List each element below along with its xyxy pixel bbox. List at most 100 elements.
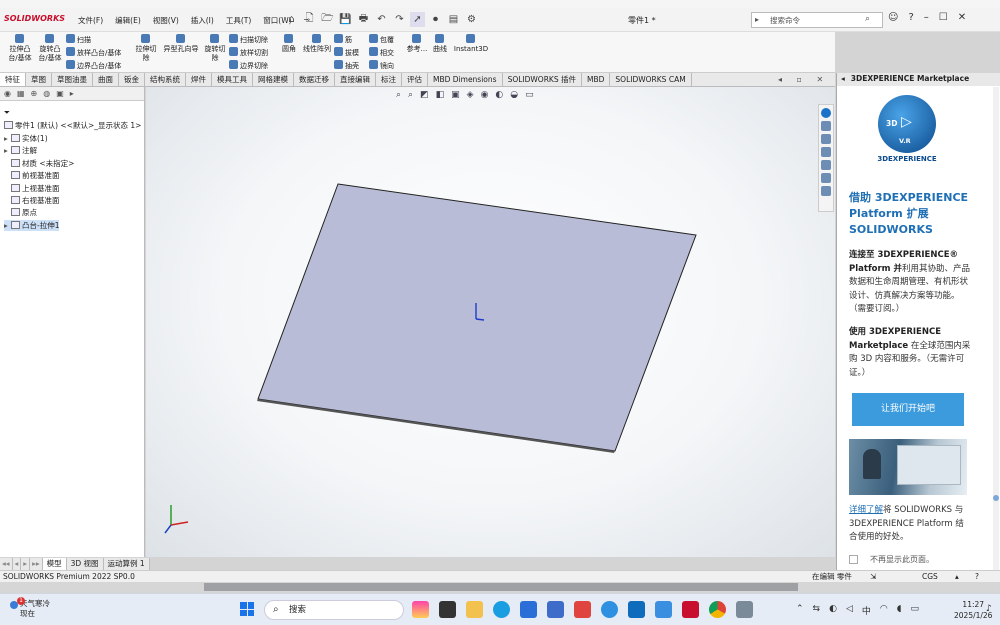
pane-controls[interactable]: ◂ ▫ ✕	[778, 75, 829, 84]
tab-item[interactable]: 网格建模	[253, 73, 294, 86]
battery-icon[interactable]: ▭	[911, 604, 920, 617]
help-status-icon[interactable]: ?	[975, 571, 979, 582]
revolve-cut-button[interactable]: 旋转切 除	[203, 34, 227, 63]
widgets-icon[interactable]	[412, 601, 429, 618]
shell-button[interactable]: 抽壳	[334, 60, 359, 71]
app-gray-icon[interactable]	[736, 601, 753, 618]
solidworks-taskbar-icon[interactable]	[682, 601, 699, 618]
task-view-icon[interactable]	[439, 601, 456, 618]
dimxpert-icon[interactable]: ◍	[43, 89, 50, 98]
extrude-boss-button[interactable]: 拉伸凸 台/基体	[6, 34, 34, 63]
revolve-boss-button[interactable]: 旋转凸 台/基体	[36, 34, 64, 63]
tree-item[interactable]: 上视基准面	[4, 183, 60, 194]
maximize-button[interactable]: ☐	[939, 12, 948, 23]
user-icon[interactable]: ☺	[888, 12, 898, 23]
taskbar-search[interactable]: ⌕ 搜索	[264, 600, 404, 620]
tray-feishu-icon[interactable]: ◁	[846, 604, 853, 617]
search-commands-input[interactable]: ▸ 搜索命令 ⌕	[751, 12, 883, 28]
menu-item[interactable]: 编辑(E)	[109, 15, 147, 26]
display-manager-icon[interactable]: ▣	[56, 89, 64, 98]
tab-item[interactable]: SOLIDWORKS CAM	[610, 73, 692, 86]
configuration-icon[interactable]: ⊕	[31, 89, 38, 98]
lofted-cut-button[interactable]: 放样切割	[229, 47, 268, 58]
appearances-icon[interactable]	[821, 173, 831, 183]
intersect-button[interactable]: 相交	[369, 47, 394, 58]
task-pane-scrollbar[interactable]	[993, 87, 999, 570]
edge-icon[interactable]	[493, 601, 510, 618]
tab-nav-arrow-icon[interactable]: ◂◂	[0, 558, 13, 570]
tab-nav-arrow-icon[interactable]: ◂	[13, 558, 22, 570]
volume-icon[interactable]: ◖	[897, 604, 902, 617]
tree-item[interactable]: ▸ 凸台-拉伸1	[4, 219, 60, 231]
design-library-icon[interactable]	[821, 134, 831, 144]
file-explorer-icon[interactable]	[821, 147, 831, 157]
wifi-icon[interactable]: ◠	[880, 604, 888, 617]
property-manager-icon[interactable]: ▦	[17, 89, 25, 98]
menu-item[interactable]: 插入(I)	[185, 15, 220, 26]
dont-show-again[interactable]: 不再显示此页面。	[849, 554, 934, 565]
dont-show-checkbox[interactable]	[849, 555, 858, 564]
boundary-cut-button[interactable]: 边界切除	[229, 60, 268, 71]
draft-button[interactable]: 拔模	[334, 47, 359, 58]
tab-item[interactable]: 结构系统	[145, 73, 186, 86]
tree-item[interactable]: 前视基准面	[4, 170, 60, 181]
tray-app-icon[interactable]: ⇆	[813, 604, 821, 617]
weather-widget[interactable]: 1 天气寒冷 现在	[10, 597, 50, 619]
tab-item[interactable]: 模具工具	[212, 73, 253, 86]
hole-wizard-button[interactable]: 异型孔向导	[161, 34, 201, 54]
tree-root[interactable]: 零件1 (默认) <<默认>_显示状态 1>	[4, 120, 141, 131]
app-red-icon[interactable]	[574, 601, 591, 618]
tree-item[interactable]: 材质 <未指定>	[4, 158, 74, 169]
status-tool-icon[interactable]: ⇲	[870, 571, 876, 582]
app-m-icon[interactable]	[547, 601, 564, 618]
undo-icon[interactable]: ↶	[374, 12, 389, 27]
expand-arrow-icon[interactable]: ▸	[4, 145, 11, 156]
curves-button[interactable]: 曲线	[431, 34, 449, 54]
save-icon[interactable]: 💾	[338, 12, 353, 27]
tab-item[interactable]: 焊件	[186, 73, 212, 86]
menu-item[interactable]: 工具(T)	[220, 15, 257, 26]
view-palette-icon[interactable]	[821, 160, 831, 170]
help-icon[interactable]: ?	[908, 12, 913, 23]
instant3d-button[interactable]: Instant3D	[453, 34, 489, 54]
start-icon[interactable]	[240, 602, 254, 616]
units-dropdown-icon[interactable]: ▴	[955, 571, 959, 582]
options-gear-icon[interactable]: ⚙	[464, 12, 479, 27]
tab-item[interactable]: MBD Dimensions	[428, 73, 503, 86]
custom-properties-icon[interactable]	[821, 186, 831, 196]
close-button[interactable]: ✕	[958, 12, 966, 23]
sweep-button[interactable]: 扫描	[66, 34, 91, 45]
tab-nav-arrow-icon[interactable]: ▸▸	[30, 558, 43, 570]
tree-item[interactable]: ▸ 注解	[4, 145, 37, 156]
open-folder-icon[interactable]: 🗁	[320, 12, 335, 27]
outlook-icon[interactable]	[628, 601, 645, 618]
tree-item[interactable]: ▸ 实体(1)	[4, 133, 48, 144]
expand-arrow-icon[interactable]: ▸	[4, 133, 11, 144]
tab-item[interactable]: SOLIDWORKS 插件	[503, 73, 582, 86]
minimize-button[interactable]: –	[924, 12, 929, 23]
bottom-tab[interactable]: 3D 视图	[67, 558, 104, 570]
rib-button[interactable]: 筋	[334, 34, 352, 45]
loft-button[interactable]: 放样凸台/基体	[66, 47, 121, 58]
wrap-button[interactable]: 包覆	[369, 34, 394, 45]
rebuild-icon[interactable]: ⏺	[428, 12, 443, 27]
file-explorer-app-icon[interactable]	[466, 601, 483, 618]
linear-pattern-button[interactable]: 线性阵列	[302, 34, 332, 54]
learn-more-link[interactable]: 详细了解	[849, 505, 883, 515]
redo-icon[interactable]: ↷	[392, 12, 407, 27]
tab-item[interactable]: MBD	[582, 73, 611, 86]
graphics-viewport[interactable]: ⌕ ⌕ ◩ ◧ ▣ ◈ ◉ ◐ ◒ ▭	[146, 87, 835, 557]
home-icon[interactable]: ⌂	[284, 12, 299, 27]
select-arrow-icon[interactable]: ➚	[410, 12, 425, 27]
tray-lang[interactable]: 中	[862, 604, 871, 617]
plate-top-face[interactable]	[257, 183, 697, 452]
tab-item[interactable]: 标注	[376, 73, 402, 86]
print-icon[interactable]: 🖶	[356, 12, 371, 27]
get-started-button[interactable]: 让我们开始吧	[852, 393, 964, 426]
extrude-cut-button[interactable]: 拉伸切 除	[134, 34, 158, 63]
tab-item[interactable]: 草图油墨	[52, 73, 93, 86]
tab-item[interactable]: 特征	[0, 73, 26, 86]
bottom-tab[interactable]: 模型	[42, 558, 67, 570]
tray-sound-app-icon[interactable]: ◐	[829, 604, 837, 617]
feature-tree-icon[interactable]: ◉	[4, 89, 11, 98]
